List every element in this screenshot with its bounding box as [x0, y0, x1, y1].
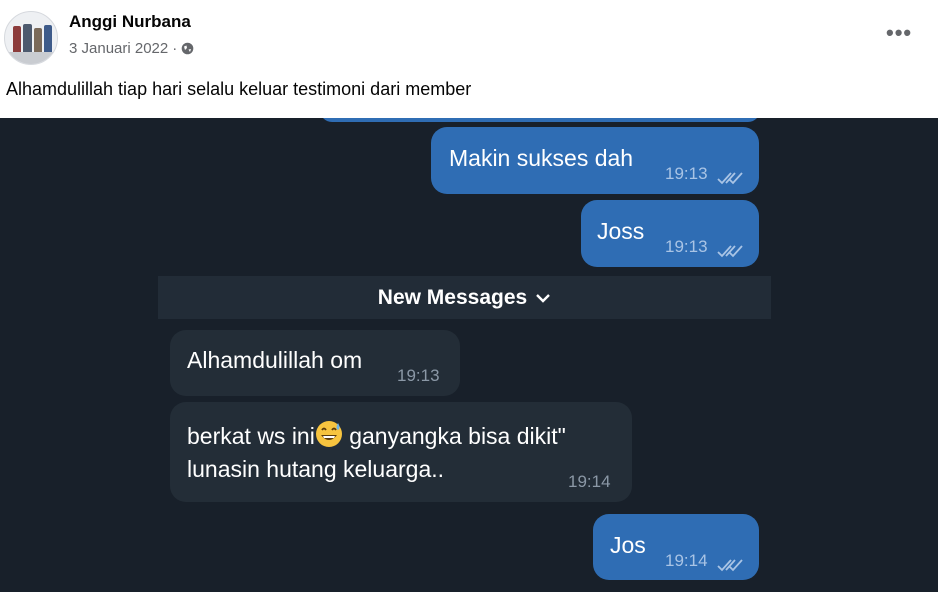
message-time: 19:14: [665, 551, 708, 570]
incoming-message: Alhamdulillah om 19:13: [170, 330, 460, 396]
outgoing-message: Jos 19:14: [593, 514, 759, 580]
meta-separator: ·: [172, 40, 178, 57]
message-text: Joss: [597, 218, 645, 244]
message-text: Jos: [610, 532, 646, 558]
message-time: 19:13: [665, 164, 708, 183]
chat-screenshot: Makin sukses dah 19:13 Joss 19:13 New Me…: [0, 118, 938, 592]
more-options-icon[interactable]: •••: [886, 22, 912, 44]
double-check-icon: [717, 165, 743, 192]
chevron-down-icon: [535, 286, 551, 310]
message-text: Alhamdulillah om: [187, 347, 363, 373]
outgoing-message: Joss 19:13: [581, 200, 759, 267]
message-time: 19:13: [397, 366, 440, 385]
post-meta: 3 Januari 2022 ·: [69, 40, 194, 57]
double-check-icon: [717, 238, 743, 265]
message-time: 19:13: [665, 237, 708, 256]
message-text: Makin sukses dah: [449, 145, 634, 171]
globe-icon: [181, 42, 194, 55]
incoming-message: berkat ws ini ganyangka bisa dikit" luna…: [170, 402, 632, 502]
new-messages-divider[interactable]: New Messages: [158, 276, 771, 319]
author-name[interactable]: Anggi Nurbana: [69, 12, 191, 32]
message-text: berkat ws ini ganyangka bisa dikit" luna…: [187, 420, 566, 486]
message-text-part: berkat ws ini: [187, 423, 315, 449]
grinning-sweat-emoji: [315, 420, 343, 448]
post-caption: Alhamdulillah tiap hari selalu keluar te…: [6, 79, 472, 99]
message-text-line2: lunasin hutang keluarga..: [187, 456, 445, 482]
outgoing-message: Makin sukses dah 19:13: [431, 127, 759, 194]
post-date[interactable]: 3 Januari 2022: [69, 40, 168, 57]
avatar[interactable]: [4, 11, 58, 65]
message-text-part: ganyangka bisa dikit": [342, 423, 566, 449]
new-messages-label: New Messages: [377, 285, 528, 309]
post-header: Anggi Nurbana 3 Januari 2022 · ••• Alham…: [0, 0, 938, 118]
double-check-icon: [717, 552, 743, 579]
message-time: 19:14: [568, 472, 611, 491]
partial-outgoing-bubble: [320, 118, 760, 122]
